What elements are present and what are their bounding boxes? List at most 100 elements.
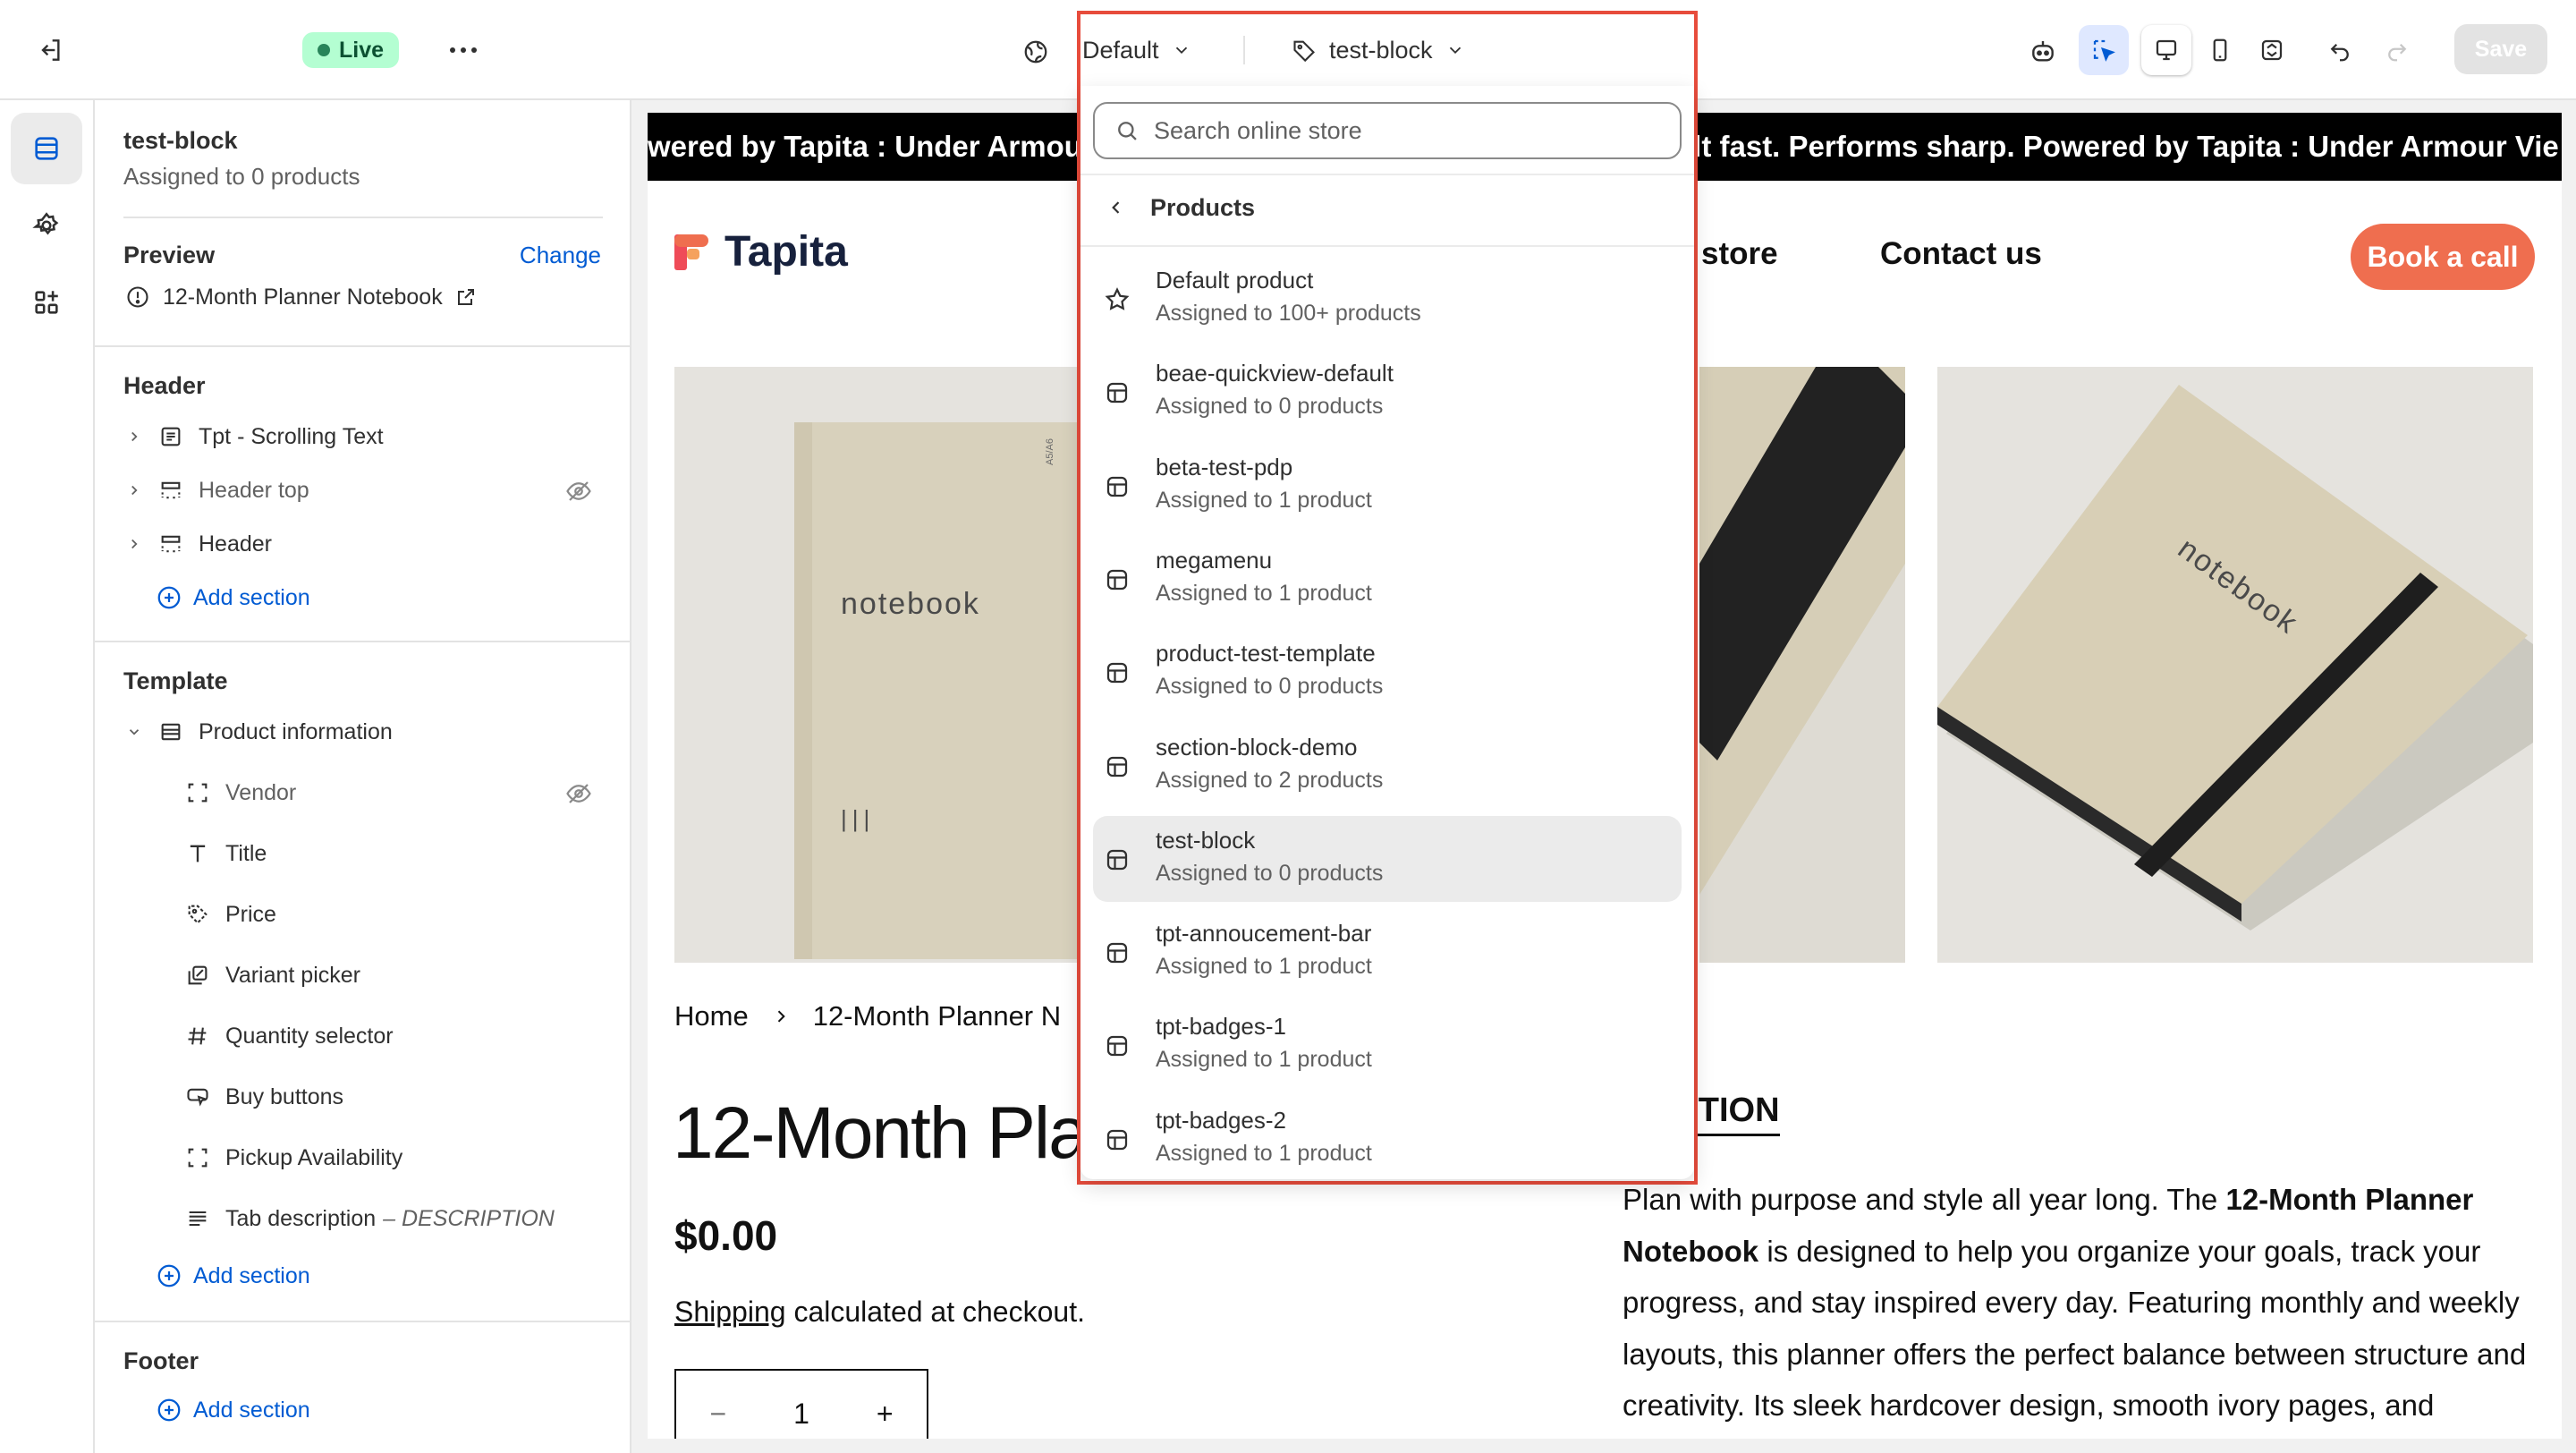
- settings-gear-icon[interactable]: [11, 190, 82, 261]
- more-actions-icon[interactable]: [444, 30, 483, 70]
- external-link-icon: [455, 286, 477, 308]
- text-t-icon: [184, 841, 211, 866]
- template-option-assigned: Assigned to 0 products: [1156, 394, 1384, 420]
- price-tag-icon: [184, 902, 211, 927]
- ai-assistant-icon[interactable]: [2023, 32, 2063, 72]
- star-icon: [1104, 286, 1131, 313]
- hidden-eye-icon[interactable]: [565, 780, 592, 807]
- store-logo[interactable]: Tapita: [673, 227, 848, 276]
- sections-icon[interactable]: [11, 113, 82, 184]
- desktop-icon[interactable]: [2141, 25, 2191, 75]
- footer-group-title: Footer: [123, 1347, 199, 1374]
- dashed-square-icon: [184, 780, 211, 805]
- sidebar-separator: [95, 641, 631, 642]
- breadcrumb: Home 12-Month Planner N: [674, 1000, 1061, 1032]
- quantity-stepper[interactable]: − 1 +: [674, 1369, 928, 1439]
- template-option[interactable]: tpt-badges-1 Assigned to 1 product: [1093, 1002, 1682, 1088]
- product-description: Plan with purpose and style all year lon…: [1623, 1183, 2527, 1422]
- mobile-icon[interactable]: [2195, 25, 2245, 75]
- device-toggle-group: [2141, 23, 2302, 77]
- template-option[interactable]: product-test-template Assigned to 0 produ…: [1093, 629, 1682, 715]
- nav-contact-link[interactable]: Contact us: [1880, 236, 2042, 272]
- add-section-header-button[interactable]: Add section: [156, 580, 310, 616]
- section-header[interactable]: Header: [123, 526, 272, 562]
- search-input[interactable]: Search online store: [1093, 102, 1682, 159]
- chevron-right-icon[interactable]: [123, 482, 145, 498]
- section-layout-icon: [157, 719, 184, 744]
- header-group-title: Header: [123, 372, 206, 399]
- text-lines-icon: [184, 1206, 211, 1231]
- block-tab-description[interactable]: Tab description – DESCRIPTION: [184, 1201, 555, 1236]
- product-image-1[interactable]: notebook ||| A5/A6: [674, 367, 1086, 963]
- notebook-size-label: A5/A6: [1045, 438, 1055, 465]
- quantity-minus-button[interactable]: −: [709, 1398, 726, 1431]
- template-icon: [1104, 473, 1131, 500]
- fullscreen-icon[interactable]: [2247, 25, 2297, 75]
- redo-icon[interactable]: [2377, 30, 2417, 70]
- template-option[interactable]: test-block Assigned to 0 products: [1093, 815, 1682, 902]
- book-a-call-button[interactable]: Book a call: [2351, 224, 2535, 290]
- template-option[interactable]: beae-quickview-default Assigned to 0 prod…: [1093, 349, 1682, 435]
- dropdown-separator: [1080, 174, 1694, 175]
- section-header-top[interactable]: Header top: [123, 472, 309, 508]
- block-price[interactable]: Price: [184, 896, 276, 932]
- template-option[interactable]: tpt-annoucement-bar Assigned to 1 product: [1093, 909, 1682, 995]
- quantity-plus-button[interactable]: +: [877, 1398, 894, 1431]
- template-icon: [1104, 566, 1131, 593]
- block-vendor[interactable]: Vendor: [184, 775, 296, 811]
- exit-icon[interactable]: [30, 30, 70, 70]
- block-quantity-selector[interactable]: Quantity selector: [184, 1018, 394, 1054]
- shipping-note: Shipping calculated at checkout.: [674, 1296, 1085, 1328]
- template-option-assigned: Assigned to 1 product: [1156, 954, 1372, 980]
- chevron-down-icon[interactable]: [123, 724, 145, 740]
- hash-icon: [184, 1024, 211, 1049]
- block-title[interactable]: Title: [184, 836, 267, 871]
- chevron-right-icon[interactable]: [123, 536, 145, 552]
- template-icon: [1104, 846, 1131, 873]
- product-image-3[interactable]: notebook: [1937, 367, 2533, 963]
- template-option-name: tpt-badges-1: [1156, 1013, 1286, 1041]
- preview-label: Preview: [123, 242, 216, 268]
- hidden-eye-icon[interactable]: [565, 478, 592, 505]
- block-pickup-availability[interactable]: Pickup Availability: [184, 1140, 402, 1176]
- nav-store-link[interactable]: store: [1701, 236, 1778, 272]
- template-option[interactable]: beta-test-pdp Assigned to 1 product: [1093, 443, 1682, 529]
- template-icon: [1104, 659, 1131, 686]
- sidebar-separator: [95, 1321, 631, 1322]
- breadcrumb-home[interactable]: Home: [674, 1000, 749, 1032]
- template-option[interactable]: Default product Assigned to 100+ products: [1093, 256, 1682, 342]
- live-status-badge: Live: [302, 32, 399, 68]
- change-preview-link[interactable]: Change: [520, 242, 601, 269]
- sidebar: test-block Assigned to 0 products Previe…: [95, 100, 631, 1453]
- block-buy-buttons[interactable]: Buy buttons: [184, 1079, 343, 1115]
- template-icon: [1104, 753, 1131, 780]
- chevron-right-icon[interactable]: [123, 429, 145, 445]
- section-product-information[interactable]: Product information: [123, 714, 393, 750]
- quantity-value[interactable]: 1: [793, 1398, 809, 1431]
- back-to-products[interactable]: Products: [1107, 190, 1255, 225]
- template-option-name: megamenu: [1156, 546, 1273, 574]
- product-image-2[interactable]: [1699, 367, 1905, 963]
- sidebar-divider: [123, 217, 603, 218]
- add-section-footer-button[interactable]: Add section: [156, 1392, 310, 1428]
- undo-icon[interactable]: [2320, 30, 2360, 70]
- shipping-link[interactable]: Shipping: [674, 1296, 786, 1328]
- template-option[interactable]: megamenu Assigned to 1 product: [1093, 536, 1682, 622]
- preview-product[interactable]: 12-Month Planner Notebook: [125, 279, 477, 315]
- notebook-closed-image: [1937, 367, 2533, 963]
- section-scrolling-text[interactable]: Tpt - Scrolling Text: [123, 419, 384, 455]
- search-icon: [1114, 118, 1140, 143]
- block-variant-picker[interactable]: Variant picker: [184, 957, 360, 993]
- chevron-left-icon: [1107, 199, 1125, 217]
- save-button[interactable]: Save: [2454, 24, 2547, 74]
- template-icon: [1104, 1126, 1131, 1153]
- template-option[interactable]: tpt-badges-2 Assigned to 1 product: [1093, 1096, 1682, 1179]
- apps-icon[interactable]: [11, 267, 82, 338]
- template-icon: [1104, 379, 1131, 406]
- template-option[interactable]: section-block-demo Assigned to 2 products: [1093, 723, 1682, 809]
- inspector-icon[interactable]: [2079, 25, 2129, 75]
- left-rail: [0, 100, 95, 1453]
- add-section-template-button[interactable]: Add section: [156, 1258, 310, 1294]
- info-icon: [125, 285, 150, 310]
- globe-icon[interactable]: [1016, 32, 1055, 72]
